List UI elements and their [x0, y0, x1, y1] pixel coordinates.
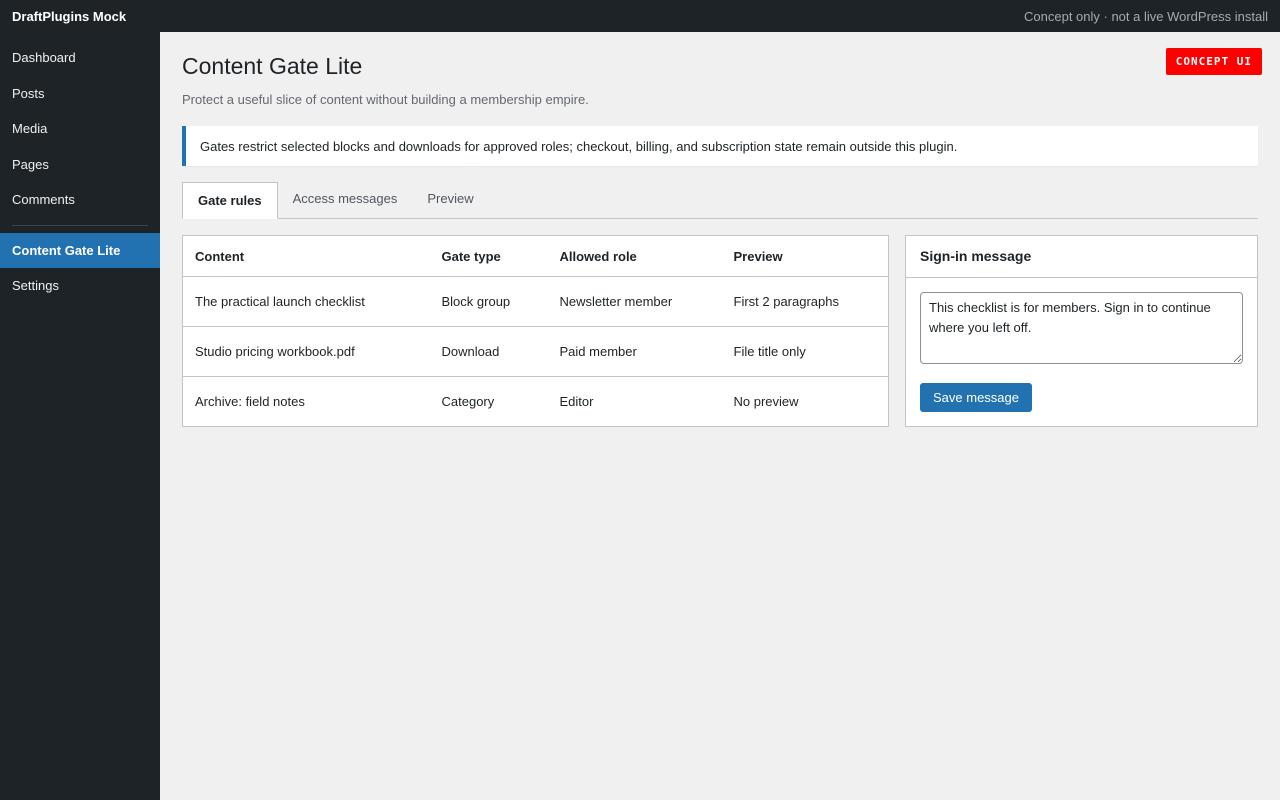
table-row[interactable]: Archive: field notes Category Editor No …: [183, 377, 889, 427]
sidebar-item-settings[interactable]: Settings: [0, 268, 160, 304]
tab-bar: Gate rules Access messages Preview: [182, 182, 1258, 219]
sidebar-item-posts[interactable]: Posts: [0, 76, 160, 112]
concept-note: Concept only · not a live WordPress inst…: [1024, 8, 1268, 24]
page-title: Content Gate Lite: [182, 53, 363, 79]
table-header-row: Content Gate type Allowed role Preview: [182, 235, 889, 277]
cell-gate-type: Block group: [429, 276, 548, 327]
gate-rules-table: Content Gate type Allowed role Preview T…: [182, 235, 889, 427]
sign-in-message-panel: Sign-in message This checklist is for me…: [905, 235, 1258, 427]
tab-gate-rules[interactable]: Gate rules: [182, 182, 278, 219]
sidebar-item-dashboard[interactable]: Dashboard: [0, 40, 160, 76]
column-header-gate-type: Gate type: [429, 235, 548, 277]
table-row[interactable]: Studio pricing workbook.pdf Download Pai…: [182, 326, 889, 377]
notice-text: Gates restrict selected blocks and downl…: [200, 138, 958, 154]
tab-preview[interactable]: Preview: [412, 181, 488, 218]
sidebar-item-comments[interactable]: Comments: [0, 182, 160, 218]
column-header-content: Content: [182, 235, 430, 277]
main-content: CONCEPT UI Content Gate Lite Protect a u…: [160, 32, 1280, 800]
cell-gate-type: Category: [441, 394, 495, 409]
cell-preview: First 2 paragraphs: [721, 276, 889, 327]
cell-allowed-role: Newsletter member: [547, 276, 722, 327]
sidebar-item-pages[interactable]: Pages: [0, 147, 160, 183]
table-row[interactable]: The practical launch checklist Block gro…: [182, 276, 889, 327]
cell-content: Studio pricing workbook.pdf: [182, 326, 430, 377]
concept-badge: CONCEPT UI: [1165, 48, 1262, 75]
sign-in-message-textarea[interactable]: This checklist is for members. Sign in t…: [920, 292, 1243, 364]
cell-preview: File title only: [721, 326, 889, 377]
column-header-preview: Preview: [721, 235, 889, 277]
cell-content: Archive: field notes: [195, 394, 305, 409]
column-header-allowed-role: Allowed role: [547, 235, 722, 277]
cell-allowed-role: Editor: [559, 394, 594, 409]
content-area: Content Gate type Allowed role Preview T…: [182, 235, 1258, 427]
sidebar-item-media[interactable]: Media: [0, 111, 160, 147]
admin-sidebar: Dashboard Posts Media Pages Comments Con…: [0, 32, 160, 800]
info-notice: Gates restrict selected blocks and downl…: [182, 126, 1258, 166]
site-name[interactable]: DraftPlugins Mock: [12, 9, 126, 24]
panel-title: Sign-in message: [906, 236, 1257, 278]
cell-allowed-role: Paid member: [547, 326, 722, 377]
tab-access-messages[interactable]: Access messages: [278, 181, 413, 218]
cell-preview: No preview: [733, 394, 799, 409]
admin-bar: DraftPlugins Mock Concept only · not a l…: [0, 0, 1280, 32]
sidebar-divider: [12, 224, 148, 226]
save-message-button[interactable]: Save message: [920, 383, 1032, 412]
panel-body: This checklist is for members. Sign in t…: [906, 278, 1257, 426]
cell-content: The practical launch checklist: [182, 276, 430, 327]
sidebar-item-content-gate-lite[interactable]: Content Gate Lite: [0, 232, 160, 268]
page-subtitle: Protect a useful slice of content withou…: [182, 92, 589, 107]
cell-gate-type: Download: [429, 326, 548, 377]
